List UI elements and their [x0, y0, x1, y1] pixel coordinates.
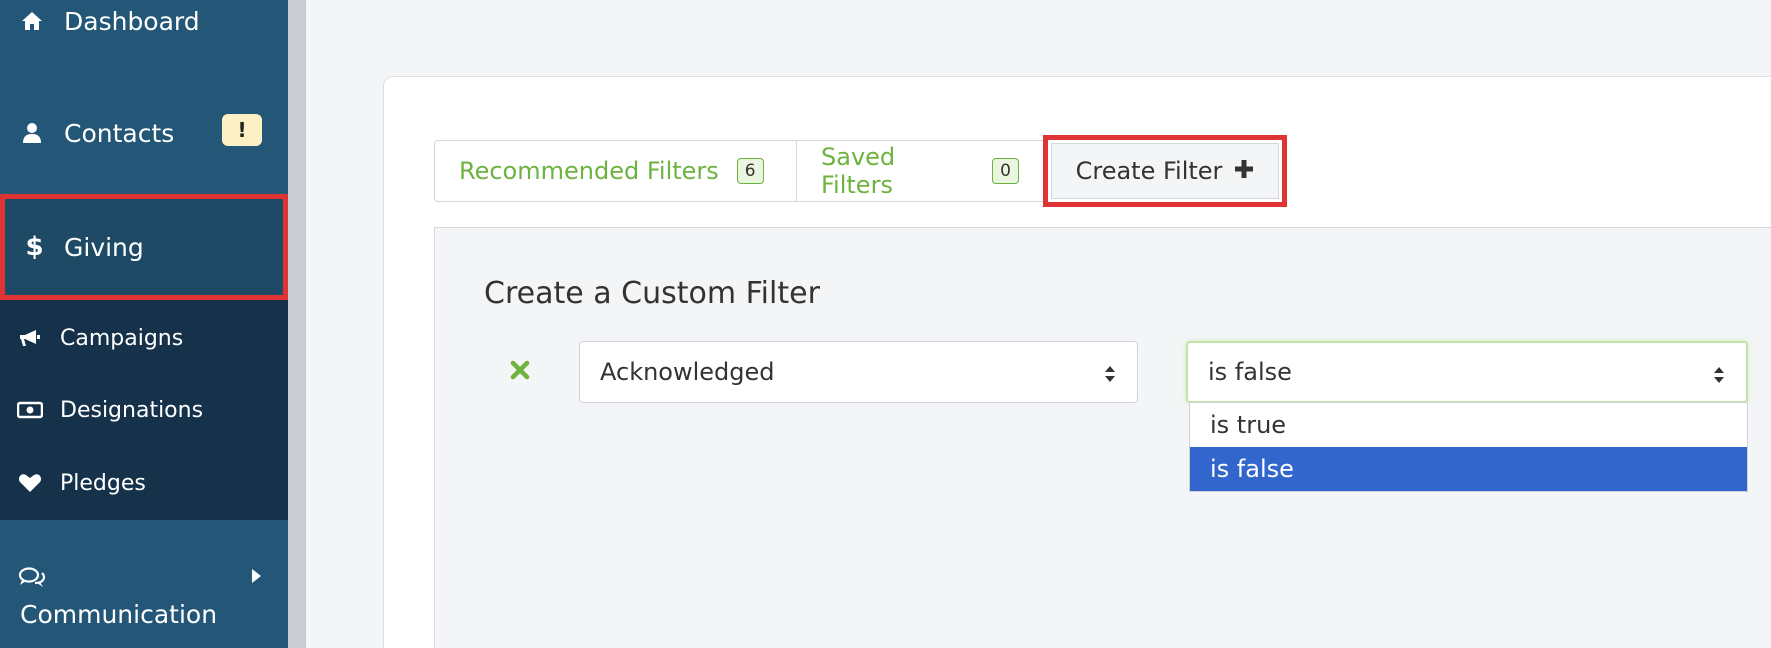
remove-condition-icon[interactable]: [506, 356, 534, 384]
sidebar-item-dashboard[interactable]: Dashboard: [0, 0, 288, 42]
field-select-value: Acknowledged: [600, 358, 775, 386]
sidebar-item-communication[interactable]: Communication: [0, 556, 288, 648]
sidebar-scrollbar[interactable]: [288, 0, 306, 648]
megaphone-icon: [0, 328, 60, 348]
warning-badge: !: [222, 114, 262, 146]
tab-create-filter-inner: Create Filter: [1051, 143, 1279, 199]
sidebar-item-pledges[interactable]: Pledges: [0, 459, 288, 507]
tab-label: Create Filter: [1075, 157, 1223, 185]
tab-create-filter[interactable]: Create Filter: [1043, 135, 1287, 207]
tab-label: Saved Filters: [821, 143, 896, 199]
operator-dropdown: is true is false: [1189, 402, 1748, 492]
money-bill-icon: [0, 401, 60, 419]
sidebar-item-contacts[interactable]: Contacts !: [0, 108, 288, 158]
count-badge: 0: [992, 158, 1019, 184]
sidebar-item-label: Campaigns: [60, 325, 184, 351]
tab-recommended-filters[interactable]: Recommended Filters 6: [434, 140, 797, 202]
sidebar-item-label: Dashboard: [64, 6, 200, 36]
heart-icon: [0, 473, 60, 493]
tab-saved-filters[interactable]: Saved Filters 0: [797, 140, 1044, 202]
sidebar-item-giving[interactable]: $ Giving: [0, 194, 288, 300]
dollar-icon: $: [25, 232, 44, 262]
operator-select[interactable]: is false: [1186, 341, 1748, 403]
count-badge: 6: [736, 158, 764, 184]
sidebar-item-designations[interactable]: Designations: [0, 386, 288, 434]
dropdown-option-is-false[interactable]: is false: [1190, 447, 1747, 491]
sidebar-item-label: Pledges: [60, 470, 146, 496]
panel-title: Create a Custom Filter: [484, 276, 820, 311]
tab-label: Recommended Filters: [459, 157, 719, 185]
sidebar-item-label: Designations: [60, 397, 204, 423]
filter-tabs: Recommended Filters 6 Saved Filters 0: [434, 140, 1044, 202]
select-arrows-icon: [1103, 362, 1117, 390]
home-icon: [0, 10, 64, 32]
sidebar-item-label: Communication: [20, 600, 218, 629]
plus-icon: [1234, 157, 1254, 185]
sidebar-item-label: Contacts: [64, 118, 175, 148]
user-icon: [0, 122, 64, 144]
operator-select-value: is false: [1208, 358, 1292, 386]
caret-right-icon: [250, 568, 262, 588]
comments-icon: [18, 566, 46, 594]
sidebar-item-campaigns[interactable]: Campaigns: [0, 314, 288, 362]
dropdown-option-is-true[interactable]: is true: [1190, 403, 1747, 447]
select-arrows-icon: [1712, 363, 1726, 391]
sidebar-item-label: Giving: [64, 232, 144, 262]
field-select[interactable]: Acknowledged: [579, 341, 1138, 403]
